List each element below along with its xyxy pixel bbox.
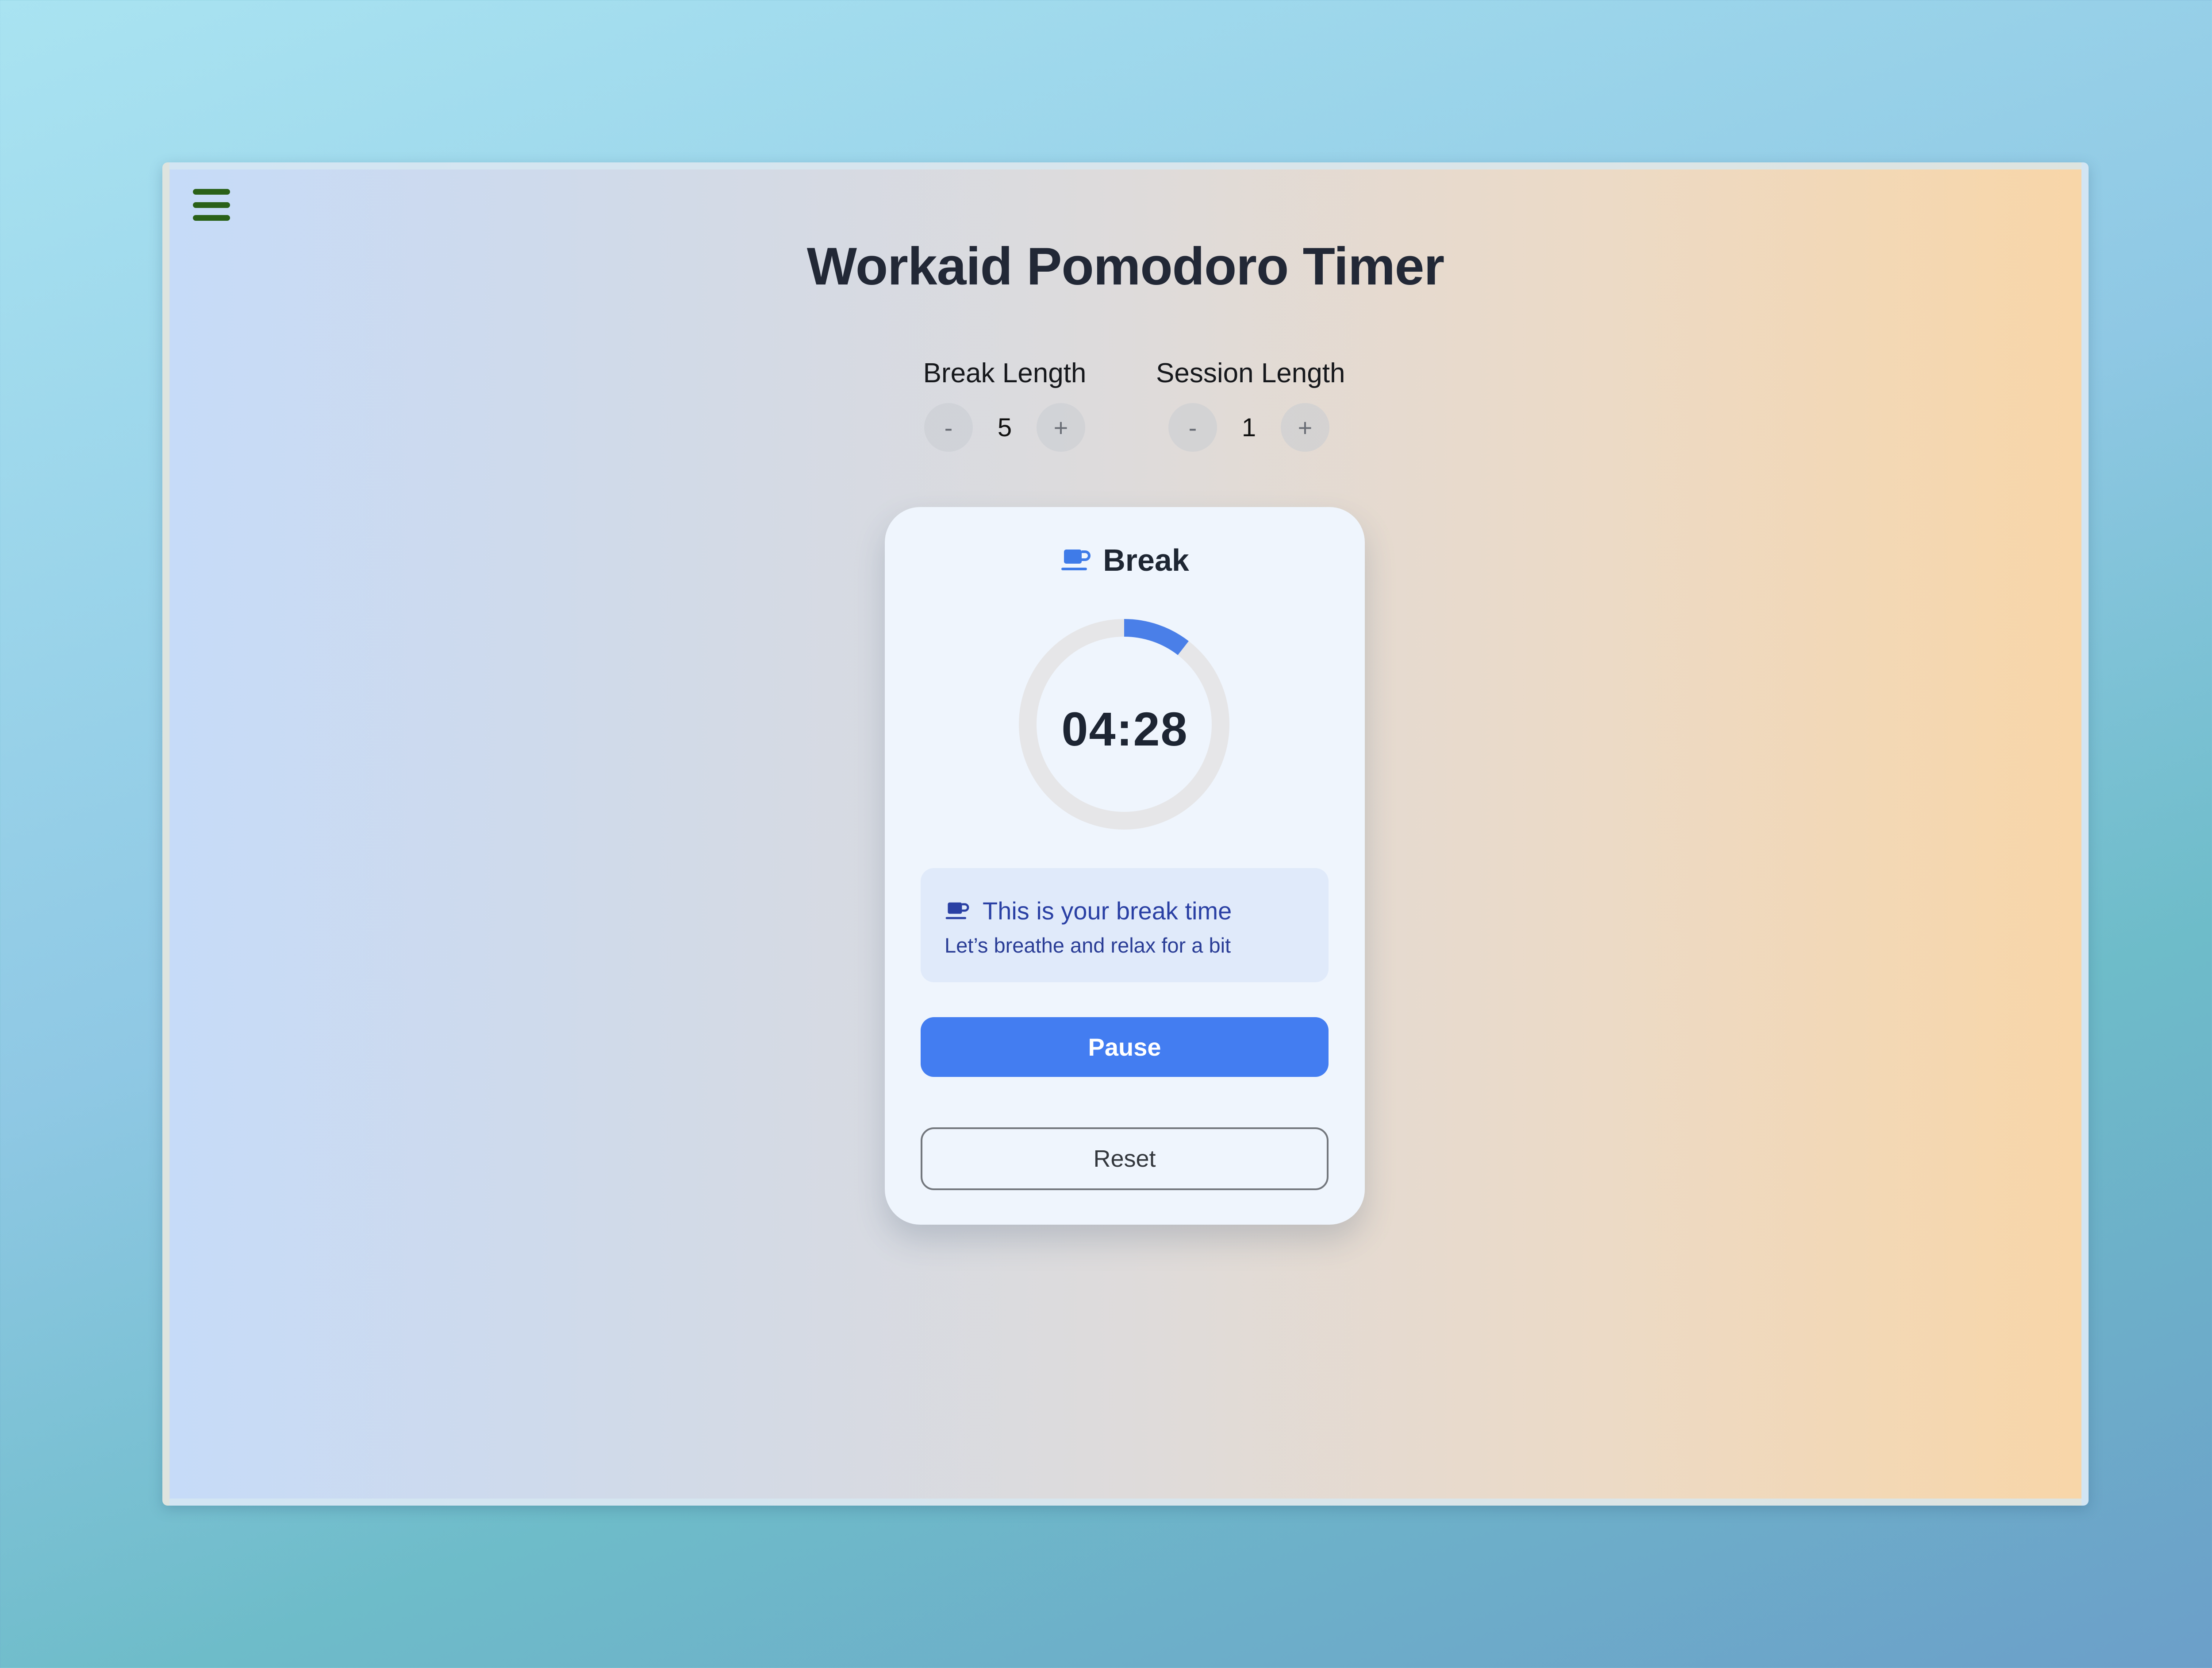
pause-button[interactable]: Pause [921, 1017, 1329, 1077]
message-title: This is your break time [983, 897, 1232, 925]
break-length-control: Break Length - 5 + [912, 357, 1098, 452]
break-increment-button[interactable]: + [1037, 403, 1085, 452]
session-decrement-button[interactable]: - [1168, 403, 1217, 452]
hamburger-menu-icon [193, 189, 230, 195]
session-length-value: 1 [1241, 413, 1256, 442]
coffee-cup-icon [945, 902, 969, 919]
break-length-label: Break Length [923, 358, 1087, 388]
session-length-label: Session Length [1156, 358, 1345, 388]
break-message-box: This is your break time Let’s breathe an… [921, 868, 1329, 982]
message-subtitle: Let’s breathe and relax for a bit [945, 934, 1231, 957]
session-length-control: Session Length - 1 + [1156, 357, 1345, 452]
break-length-stepper: - 5 + [912, 403, 1098, 452]
mode-label: Break [1103, 543, 1189, 577]
reset-button[interactable]: Reset [921, 1127, 1329, 1190]
session-increment-button[interactable]: + [1281, 403, 1329, 452]
app-window: Workaid Pomodoro Timer Break Length - 5 … [162, 162, 2089, 1506]
timer-card: Break 04:28 This is your break time Let’… [885, 507, 1365, 1225]
mode-indicator: Break [885, 542, 1365, 578]
session-length-stepper: - 1 + [1156, 403, 1342, 452]
timer-display: 04:28 [1061, 702, 1188, 756]
page-title: Workaid Pomodoro Timer [806, 237, 1444, 296]
break-decrement-button[interactable]: - [924, 403, 973, 452]
menu-button[interactable] [192, 187, 231, 223]
break-length-value: 5 [997, 413, 1012, 442]
coffee-cup-icon [1061, 550, 1091, 570]
